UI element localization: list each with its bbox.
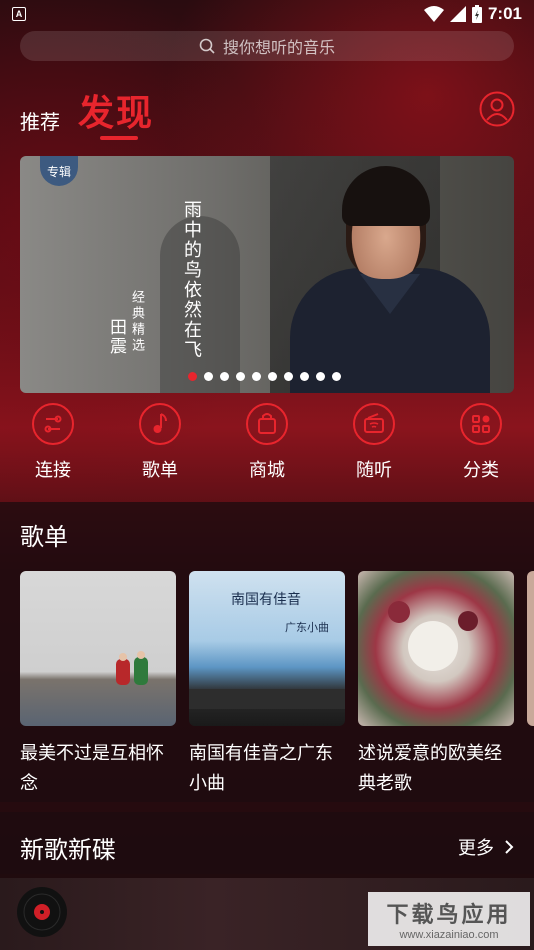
playlist-card[interactable]: 最美不过是互相怀念 [20,571,176,798]
playlist-section-title: 歌单 [20,524,68,551]
playlist-card-partial[interactable] [527,571,534,726]
shortcut-label: 随听 [356,460,392,480]
tab-discover[interactable]: 发现 [78,84,154,136]
more-link[interactable]: 更多 [458,834,514,860]
status-bar: A 7:01 [0,0,534,28]
category-icon [460,403,502,445]
album-tag: 专辑 [40,156,78,186]
active-tab-indicator [100,136,138,140]
carousel-dot[interactable] [284,372,293,381]
signal-icon [449,6,466,22]
vinyl-disc-icon[interactable] [16,886,68,938]
banner-artist: 田震 [107,318,126,356]
shortcut-radio[interactable]: 随听 [339,402,409,482]
banner-title: 雨中的鸟依然在飞 [181,200,202,360]
carousel-dot[interactable] [252,372,261,381]
shopping-bag-icon [246,403,288,445]
watermark: 下载鸟应用 www.xiazainiao.com [368,892,530,946]
playlist-cover [20,571,176,726]
carousel-dot[interactable] [332,372,341,381]
playlist-title: 南国有佳音之广东小曲 [189,743,333,793]
banner-carousel[interactable]: 专辑 雨中的鸟依然在飞 经典精选 田震 [20,156,514,393]
search-bar[interactable]: 搜你想听的音乐 [20,31,514,61]
playlist-card[interactable]: 述说爱意的欧美经典老歌 [358,571,514,798]
shortcut-category[interactable]: 分类 [446,402,516,482]
carousel-indicator [188,372,341,381]
playlist-cover [358,571,514,726]
banner-subtitle: 经典精选 [130,290,145,354]
clock: 7:01 [487,4,522,23]
carousel-dot[interactable] [204,372,213,381]
carousel-dot[interactable] [316,372,325,381]
link-icon [32,403,74,445]
playlist-card[interactable]: 南国有佳音 广东小曲 南国有佳音之广东小曲 [189,571,345,798]
tab-recommend[interactable]: 推荐 [20,106,60,135]
search-placeholder: 搜你想听的音乐 [222,40,335,57]
shortcut-label: 商城 [249,460,285,480]
carousel-dot[interactable] [268,372,277,381]
music-note-icon [139,403,181,445]
shortcut-label: 歌单 [142,460,178,480]
cover-text: 南国有佳音 [231,592,301,608]
playlist-title: 述说爱意的欧美经典老歌 [358,743,502,793]
new-releases-title: 新歌新碟 [20,837,116,864]
carousel-dot[interactable] [220,372,229,381]
watermark-url: www.xiazainiao.com [399,929,499,941]
chevron-right-icon [505,840,514,854]
shortcut-connect[interactable]: 连接 [18,402,88,482]
radio-icon [353,403,395,445]
playlist-cover: 南国有佳音 广东小曲 [189,571,345,726]
notification-badge: A [12,7,26,21]
shortcut-label: 分类 [463,460,499,480]
more-label: 更多 [458,838,494,858]
watermark-title: 下载鸟应用 [386,902,512,927]
battery-icon [471,5,482,23]
shortcut-shop[interactable]: 商城 [232,402,302,482]
carousel-dot[interactable] [300,372,309,381]
carousel-dot[interactable] [236,372,245,381]
search-icon [199,38,215,54]
playlist-title: 最美不过是互相怀念 [20,743,164,793]
shortcut-playlist[interactable]: 歌单 [125,402,195,482]
profile-icon[interactable] [479,91,515,127]
carousel-dot[interactable] [188,372,197,381]
cover-text: 广东小曲 [285,622,329,634]
shortcut-label: 连接 [35,460,71,480]
wifi-icon [423,6,444,22]
